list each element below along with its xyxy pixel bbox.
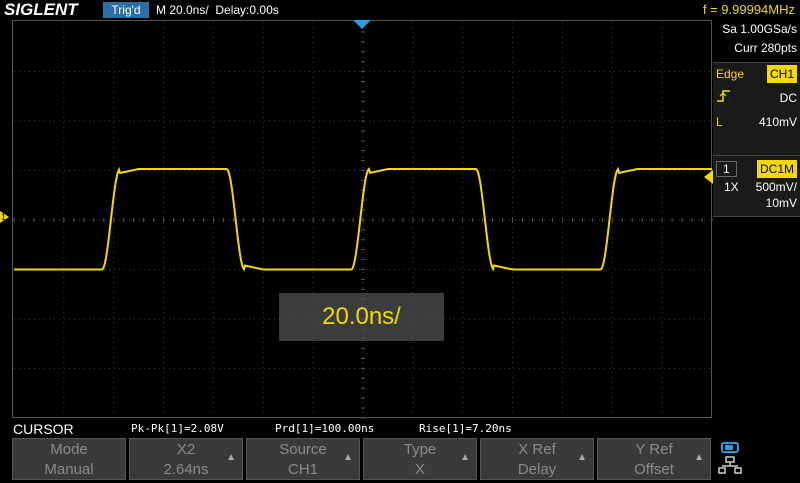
- trigger-level-marker-icon[interactable]: [704, 170, 713, 184]
- memory-points: Curr 280pts: [734, 41, 797, 55]
- trigger-source: CH1: [766, 65, 797, 83]
- measurement-rise: Rise[1]=7.20ns: [419, 422, 512, 435]
- frequency-counter: f = 9.99994MHz: [702, 2, 795, 17]
- network-status[interactable]: [716, 440, 746, 478]
- channel-number: 1: [716, 161, 737, 177]
- timebase-value: M 20.0ns/: [156, 3, 209, 17]
- trigger-position-marker-icon[interactable]: [353, 20, 371, 29]
- softkey-value: Manual: [44, 461, 94, 478]
- channel-1-info[interactable]: 1 DC1M 1X 500mV/ 10mV: [713, 156, 800, 217]
- knob-adjust-icon: ▲: [460, 452, 470, 463]
- waveform-display[interactable]: [12, 20, 713, 419]
- rising-edge-icon: [716, 90, 732, 106]
- menu-title: CURSOR: [13, 421, 74, 437]
- softkey-source[interactable]: Source CH1 ▲: [246, 438, 360, 480]
- softkey-y-ref[interactable]: Y Ref Offset ▲: [597, 438, 711, 480]
- sample-rate: Sa 1.00GSa/s: [722, 22, 797, 36]
- knob-adjust-icon: ▲: [343, 452, 353, 463]
- measurement-bar: CURSOR Pk-Pk[1]=2.08V Prd[1]=100.00ns Ri…: [0, 420, 800, 438]
- knob-adjust-icon: ▲: [694, 452, 704, 463]
- timebase-popup: 20.0ns/: [279, 293, 444, 341]
- softkey-mode[interactable]: Mode Manual: [12, 438, 126, 480]
- measurement-period: Prd[1]=100.00ns: [275, 422, 375, 435]
- knob-adjust-icon: ▲: [226, 452, 236, 463]
- delay-value: Delay:0.00s: [215, 3, 279, 17]
- softkey-x2[interactable]: X2 2.64ns ▲: [129, 438, 243, 480]
- brand-logo: SIGLENT: [4, 0, 78, 19]
- trigger-level-value: 410mV: [758, 115, 797, 129]
- softkey-menu: Mode Manual X2 2.64ns ▲ Source CH1 ▲ Typ…: [12, 438, 712, 480]
- trigger-type: Edge: [716, 67, 745, 81]
- trigger-level-label: L: [716, 115, 723, 129]
- channel-impedance: DC1M: [756, 160, 797, 178]
- measurement-pk-pk: Pk-Pk[1]=2.08V: [131, 422, 224, 435]
- softkey-title: Mode: [50, 441, 88, 458]
- trigger-status-badge: Trig'd: [103, 2, 149, 18]
- knob-adjust-icon: ▲: [577, 452, 587, 463]
- graticule: [13, 21, 713, 419]
- softkey-x-ref[interactable]: X Ref Delay ▲: [480, 438, 594, 480]
- top-status-bar: SIGLENT Trig'd M 20.0ns/ Delay:0.00s f =…: [0, 0, 800, 20]
- timebase-readout[interactable]: M 20.0ns/ Delay:0.00s: [156, 0, 279, 20]
- trigger-coupling: DC: [779, 91, 797, 105]
- info-panel: Sa 1.00GSa/s Curr 280pts Edge CH1 DC L 4…: [713, 20, 800, 420]
- vertical-offset: 10mV: [765, 196, 797, 210]
- probe-attenuation: 1X: [724, 180, 739, 194]
- softkey-type[interactable]: Type X ▲: [363, 438, 477, 480]
- trigger-info[interactable]: Edge CH1 DC L 410mV: [713, 62, 800, 156]
- channel-1-marker-label: 1: [1, 212, 7, 222]
- acquisition-info: Sa 1.00GSa/s Curr 280pts: [713, 20, 800, 62]
- network-icon: [718, 442, 742, 474]
